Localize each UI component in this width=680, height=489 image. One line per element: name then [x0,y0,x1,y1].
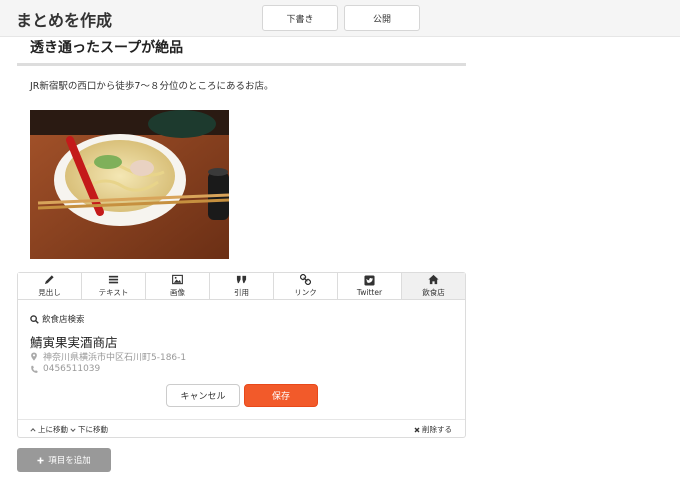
move-up-label: 上に移動 [38,425,68,434]
save-draft-button[interactable]: 下書き [262,5,338,31]
restaurant-address-row: 神奈川県横浜市中区石川町5-186-1 [30,350,186,363]
tool-quote[interactable]: 引用 [210,273,274,299]
restaurant-block-editor: 見出し テキスト 画像 引用 リンク Twitter 飲食店 飲食店検索 鯖寅果… [17,272,466,438]
quote-icon [236,275,247,284]
image-icon [172,274,183,285]
restaurant-address: 神奈川県横浜市中区石川町5-186-1 [43,353,187,363]
restaurant-search-label: 飲食店検索 [42,315,85,325]
map-marker-icon [31,352,37,361]
twitter-icon [364,275,375,286]
tool-link-label: リンク [294,288,317,297]
tool-quote-label: 引用 [234,288,249,297]
move-down-link[interactable]: 下に移動 [70,424,108,435]
cancel-button[interactable]: キャンセル [166,384,240,407]
save-button[interactable]: 保存 [244,384,318,407]
delete-link[interactable]: 削除する [414,424,452,435]
delete-label: 削除する [422,425,452,434]
restaurant-phone-row: 0456511039 [30,364,100,374]
ramen-photo-image [30,110,229,259]
list-icon [108,275,119,284]
heading-divider [17,63,466,66]
publish-button[interactable]: 公開 [344,5,420,31]
close-icon [414,427,420,432]
tool-image[interactable]: 画像 [146,273,210,299]
tool-heading-label: 見出し [38,288,61,297]
restaurant-phone: 0456511039 [43,364,101,374]
block-footer: 上に移動 下に移動 削除する [18,419,465,438]
move-down-label: 下に移動 [78,425,108,434]
add-item-label: 項目を追加 [48,456,91,466]
link-icon [300,274,311,285]
article-heading[interactable]: 透き通ったスープが絶品 [30,37,183,57]
ramen-photo[interactable] [30,110,229,259]
search-icon [30,314,39,324]
tool-image-label: 画像 [170,288,185,297]
block-type-toolbar: 見出し テキスト 画像 引用 リンク Twitter 飲食店 [18,273,465,300]
plus-icon [37,456,44,464]
tool-text[interactable]: テキスト [82,273,146,299]
tool-twitter[interactable]: Twitter [338,273,402,299]
move-up-link[interactable]: 上に移動 [30,424,68,435]
phone-icon [31,365,38,373]
page-title: まとめを作成 [16,11,113,30]
tool-text-label: テキスト [98,288,129,297]
restaurant-search-link[interactable]: 飲食店検索 [30,313,85,325]
chevron-down-icon [70,427,76,432]
tool-restaurant-label: 飲食店 [422,288,445,297]
top-bar: まとめを作成 下書き 公開 [0,0,680,37]
restaurant-name: 鯖寅果実酒商店 [30,335,118,350]
tool-twitter-label: Twitter [356,288,383,297]
home-icon [428,274,439,285]
tool-restaurant[interactable]: 飲食店 [402,273,465,299]
tool-link[interactable]: リンク [274,273,338,299]
chevron-up-icon [30,427,36,432]
article-text[interactable]: JR新宿駅の西口から徒歩7〜８分位のところにあるお店。 [30,78,273,92]
tool-heading[interactable]: 見出し [18,273,82,299]
pencil-icon [44,275,54,285]
add-item-button[interactable]: 項目を追加 [17,448,111,472]
